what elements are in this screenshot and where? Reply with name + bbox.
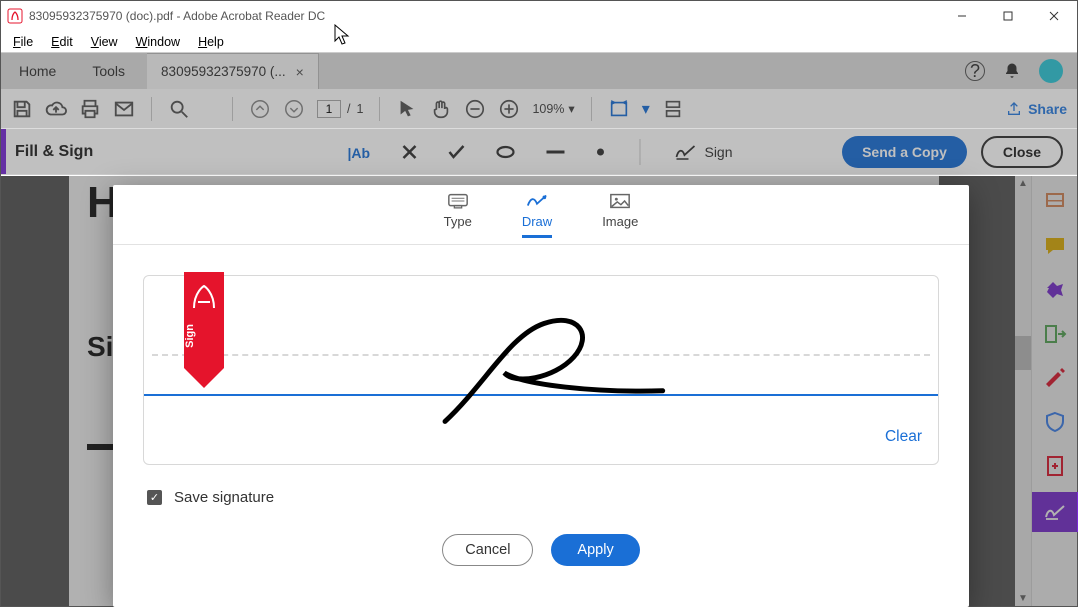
page-total: 1 (356, 102, 363, 116)
window-title: 83095932375970 (doc).pdf - Adobe Acrobat… (29, 9, 325, 23)
tab-close-icon[interactable]: × (296, 64, 304, 80)
send-copy-button[interactable]: Send a Copy (842, 136, 967, 168)
drawn-signature (144, 276, 938, 464)
close-panel-button[interactable]: Close (981, 136, 1063, 168)
avatar[interactable] (1039, 59, 1063, 83)
menu-edit[interactable]: Edit (43, 33, 81, 51)
dialog-actions: Cancel Apply (113, 534, 969, 566)
menu-help[interactable]: Help (190, 33, 232, 51)
text-tool-icon[interactable]: |Ab (345, 142, 371, 162)
titlebar-left: 83095932375970 (doc).pdf - Adobe Acrobat… (7, 8, 325, 24)
tab-home[interactable]: Home (1, 53, 74, 89)
tab-type[interactable]: Type (444, 192, 472, 238)
menu-view[interactable]: View (83, 33, 126, 51)
fill-sign-title: Fill & Sign (15, 143, 93, 161)
page-down-icon[interactable] (283, 98, 305, 120)
maximize-button[interactable] (985, 1, 1031, 31)
fill-sign-toolbar: Fill & Sign |Ab Sign Send a Copy Close (1, 129, 1077, 175)
svg-text:|Ab: |Ab (347, 145, 370, 161)
tab-document-label: 83095932375970 (... (161, 64, 286, 79)
page-number: / 1 (317, 100, 363, 118)
app-icon (7, 8, 23, 24)
clear-link[interactable]: Clear (885, 428, 922, 446)
save-signature-row: ✓ Save signature (147, 489, 969, 506)
save-signature-label: Save signature (174, 489, 274, 506)
check-tool-icon[interactable] (447, 144, 465, 160)
app-window: 83095932375970 (doc).pdf - Adobe Acrobat… (0, 0, 1078, 607)
sign-tool[interactable]: Sign (674, 143, 732, 161)
chevron-down-icon[interactable]: ▾ (642, 99, 650, 119)
menu-file[interactable]: File (5, 33, 41, 51)
fit-width-icon[interactable] (608, 98, 630, 120)
tab-image[interactable]: Image (602, 192, 638, 238)
line-tool-icon[interactable] (545, 149, 565, 155)
bell-icon[interactable] (1003, 62, 1021, 80)
tab-tools[interactable]: Tools (74, 53, 143, 89)
search-icon[interactable] (168, 98, 190, 120)
main-toolbar: / 1 109% ▾ ▾ Share (1, 89, 1077, 129)
signature-dialog: Type Draw Image Sign (113, 185, 969, 607)
save-icon[interactable] (11, 98, 33, 120)
tabbar: Home Tools 83095932375970 (... × ? (1, 53, 1077, 89)
cancel-button[interactable]: Cancel (442, 534, 533, 566)
page-up-icon[interactable] (249, 98, 271, 120)
scroll-mode-icon[interactable] (662, 98, 684, 120)
menubar: File Edit View Window Help (1, 31, 1077, 53)
help-icon[interactable]: ? (965, 61, 985, 81)
save-signature-checkbox[interactable]: ✓ (147, 490, 162, 505)
cross-tool-icon[interactable] (401, 144, 417, 160)
circle-tool-icon[interactable] (495, 145, 515, 159)
signature-canvas[interactable]: Sign Clear (143, 275, 939, 465)
window-controls (939, 1, 1077, 31)
select-arrow-icon[interactable] (396, 98, 418, 120)
zoom-level[interactable]: 109% ▾ (532, 101, 574, 116)
tab-document[interactable]: 83095932375970 (... × (147, 53, 319, 89)
dot-tool-icon[interactable] (595, 147, 605, 157)
tab-draw[interactable]: Draw (522, 192, 552, 238)
zoom-out-icon[interactable] (464, 98, 486, 120)
print-icon[interactable] (79, 98, 101, 120)
apply-button[interactable]: Apply (551, 534, 639, 566)
share-button[interactable]: Share (1006, 101, 1067, 117)
titlebar: 83095932375970 (doc).pdf - Adobe Acrobat… (1, 1, 1077, 31)
page-current-input[interactable] (317, 100, 341, 118)
chevron-down-icon: ▾ (568, 101, 574, 116)
signature-tabs: Type Draw Image (113, 185, 969, 245)
menu-window[interactable]: Window (128, 33, 188, 51)
tabbar-right: ? (965, 53, 1077, 89)
cloud-icon[interactable] (45, 98, 67, 120)
zoom-in-icon[interactable] (498, 98, 520, 120)
close-window-button[interactable] (1031, 1, 1077, 31)
mail-icon[interactable] (113, 98, 135, 120)
hand-icon[interactable] (430, 98, 452, 120)
minimize-button[interactable] (939, 1, 985, 31)
